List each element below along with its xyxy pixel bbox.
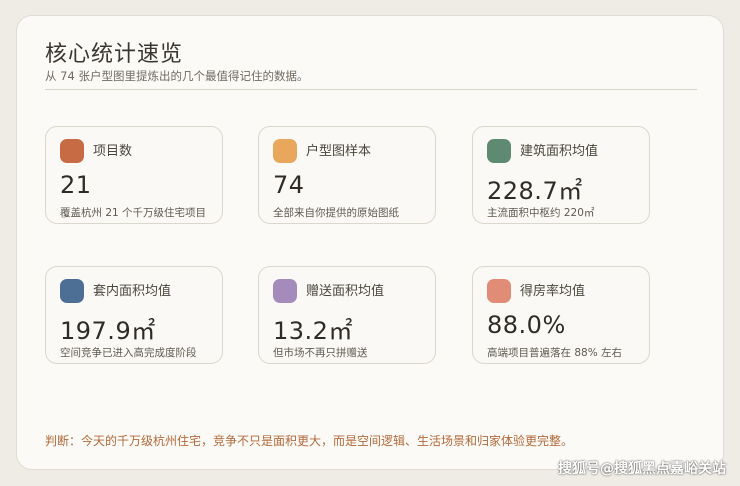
header-divider	[45, 89, 697, 90]
stat-card-gift-area: 赠送面积均值 13.2㎡ 但市场不再只拼赠送	[258, 266, 436, 364]
building-area-color-swatch	[487, 139, 511, 163]
judgement-text: 判断：今天的千万级杭州住宅，竞争不只是面积更大，而是空间逻辑、生活场景和归家体验…	[45, 434, 574, 448]
page-title: 核心统计速览	[45, 42, 184, 67]
stat-card-note: 空间竞争已进入高完成度阶段	[60, 347, 197, 359]
stat-card-note: 覆盖杭州 21 个千万级住宅项目	[60, 207, 207, 219]
stat-card-label: 得房率均值	[520, 284, 586, 299]
stat-card-label: 建筑面积均值	[520, 144, 599, 159]
stat-card-label: 项目数	[93, 144, 133, 159]
stat-card-building-area: 建筑面积均值 228.7㎡ 主流面积中枢约 220㎡	[472, 126, 650, 224]
stat-card-samples: 户型图样本 74 全部来自你提供的原始图纸	[258, 126, 436, 224]
efficiency-color-swatch	[487, 279, 511, 303]
stat-card-note: 高端项目普遍落在 88% 左右	[487, 347, 623, 359]
stat-card-label: 户型图样本	[306, 144, 372, 159]
stat-card-inner-area: 套内面积均值 197.9㎡ 空间竞争已进入高完成度阶段	[45, 266, 223, 364]
stat-card-note: 主流面积中枢约 220㎡	[487, 207, 595, 219]
stat-card-label: 套内面积均值	[93, 284, 172, 299]
stat-card-value: 21	[60, 171, 92, 199]
stat-card-value: 13.2㎡	[273, 317, 353, 345]
stat-card-note: 但市场不再只拼赠送	[273, 347, 368, 359]
gift-area-color-swatch	[273, 279, 297, 303]
stat-card-value: 74	[273, 171, 305, 199]
inner-area-color-swatch	[60, 279, 84, 303]
watermark: 搜狐号@搜狐黑点嘉峪关站	[558, 461, 726, 477]
stat-card-projects: 项目数 21 覆盖杭州 21 个千万级住宅项目	[45, 126, 223, 224]
stat-card-efficiency: 得房率均值 88.0% 高端项目普遍落在 88% 左右	[472, 266, 650, 364]
stat-card-value: 228.7㎡	[487, 177, 583, 205]
page-subtitle: 从 74 张户型图里提炼出的几个最值得记住的数据。	[45, 69, 309, 83]
stats-panel: 核心统计速览 从 74 张户型图里提炼出的几个最值得记住的数据。 项目数 21 …	[16, 15, 724, 470]
stat-card-label: 赠送面积均值	[306, 284, 385, 299]
samples-color-swatch	[273, 139, 297, 163]
stat-card-value: 88.0%	[487, 311, 566, 339]
stat-card-value: 197.9㎡	[60, 317, 156, 345]
stat-card-note: 全部来自你提供的原始图纸	[273, 207, 399, 219]
projects-color-swatch	[60, 139, 84, 163]
